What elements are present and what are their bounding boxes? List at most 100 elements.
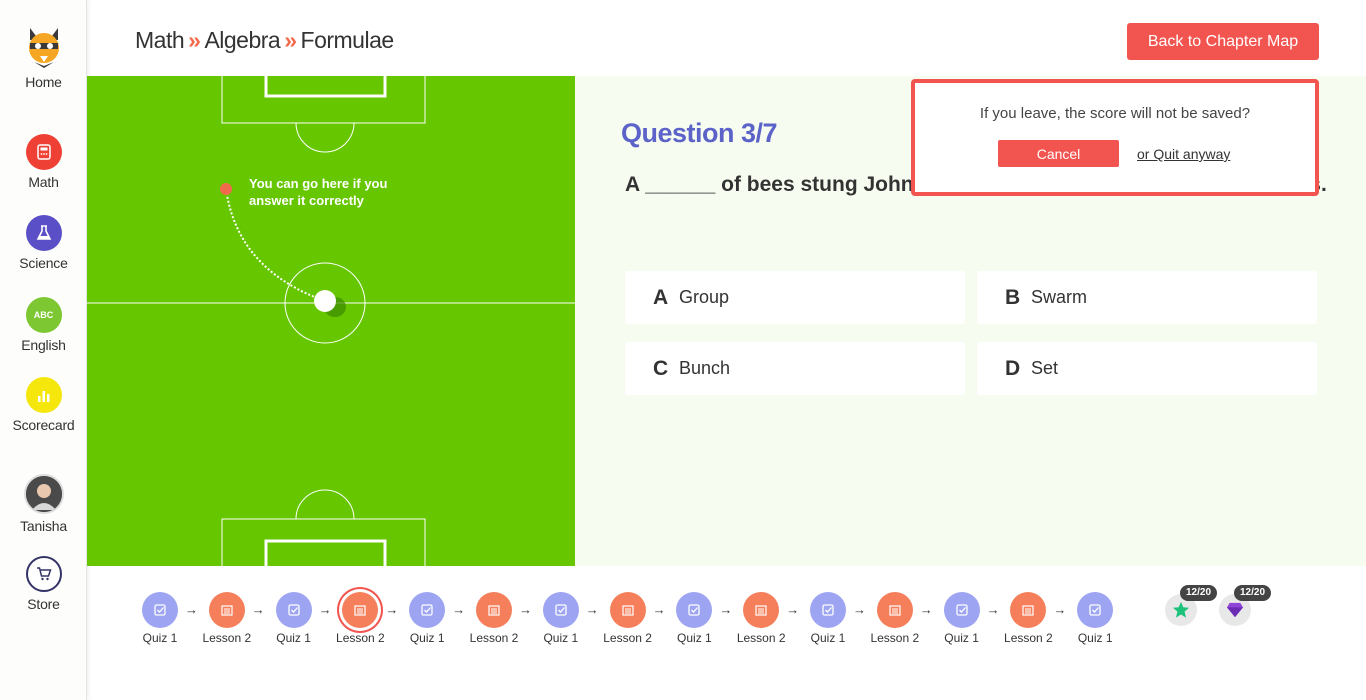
- sidebar-item-home[interactable]: Home: [0, 26, 87, 90]
- progress-step-lesson[interactable]: Lesson 2: [598, 592, 658, 645]
- sidebar-item-label: Home: [25, 74, 62, 90]
- progress-step-lesson[interactable]: Lesson 2: [998, 592, 1058, 645]
- quiz-icon: [142, 592, 178, 628]
- sidebar-item-label: English: [21, 337, 66, 353]
- option-letter: D: [1005, 356, 1021, 380]
- lesson-icon: [1010, 592, 1047, 628]
- breadcrumb-item-topic[interactable]: Algebra: [204, 27, 280, 53]
- progress-step-quiz[interactable]: Quiz 1: [664, 592, 724, 645]
- sidebar-item-label: Math: [28, 174, 59, 190]
- sidebar-item-math[interactable]: Math: [0, 134, 87, 190]
- bar-chart-icon: [25, 377, 62, 413]
- sidebar-item-label: Science: [19, 255, 68, 271]
- star-count-badge: 12/20: [1180, 585, 1218, 601]
- sidebar-item-store[interactable]: Store: [0, 556, 87, 612]
- progress-step-quiz[interactable]: Quiz 1: [798, 592, 858, 645]
- progress-step-quiz[interactable]: Quiz 1: [531, 592, 591, 645]
- progress-step-label: Quiz 1: [944, 631, 979, 645]
- dialog-message: If you leave, the score will not be save…: [979, 105, 1251, 122]
- progress-step-lesson[interactable]: Lesson 2: [865, 592, 925, 645]
- progress-step-lesson[interactable]: Lesson 2: [731, 592, 791, 645]
- option-letter: C: [653, 356, 669, 380]
- progress-step-quiz[interactable]: Quiz 1: [264, 592, 324, 645]
- sidebar-item-profile[interactable]: Tanisha: [0, 474, 87, 534]
- progress-step-label: Quiz 1: [1077, 631, 1113, 645]
- abc-icon: ABC: [25, 297, 62, 333]
- answer-option-b[interactable]: B Swarm: [977, 271, 1317, 324]
- flask-icon: [25, 215, 62, 251]
- quiz-icon: [275, 592, 312, 628]
- progress-step-label: Lesson 2: [736, 631, 786, 645]
- option-text: Swarm: [1031, 287, 1088, 307]
- progress-step-quiz[interactable]: Quiz 1: [130, 592, 190, 645]
- sidebar-item-scorecard[interactable]: Scorecard: [0, 377, 87, 433]
- avatar: [23, 474, 64, 514]
- ball: [314, 290, 336, 312]
- progress-step-label: Quiz 1: [276, 631, 311, 645]
- progress-step-label: Quiz 1: [409, 631, 445, 645]
- question-title: Question 3/7: [621, 118, 778, 148]
- field-hint: You can go here if you answer it correct…: [249, 176, 388, 208]
- cancel-button[interactable]: Cancel: [998, 140, 1119, 167]
- progress-step-quiz[interactable]: Quiz 1: [397, 592, 457, 645]
- progress-step-label: Quiz 1: [677, 631, 712, 645]
- progress-step-lesson[interactable]: Lesson 2: [330, 592, 390, 645]
- gem-count-badge: 12/20: [1234, 585, 1272, 601]
- football-field: You can go here if you answer it correct…: [87, 76, 575, 566]
- breadcrumb: Math» Algebra» Formulae: [135, 27, 394, 54]
- quiz-icon: [1077, 592, 1114, 628]
- sidebar-item-science[interactable]: Science: [0, 215, 87, 271]
- breadcrumb-item-chapter: Formulae: [300, 27, 395, 53]
- progress-step-label: Quiz 1: [543, 631, 579, 645]
- cart-icon: [25, 556, 62, 592]
- quit-anyway-link[interactable]: or Quit anyway: [1137, 146, 1230, 162]
- lesson-icon: [609, 592, 646, 628]
- quiz-icon: [943, 592, 980, 628]
- breadcrumb-separator: »: [284, 27, 297, 53]
- progress-step-label: Lesson 2: [469, 631, 519, 645]
- progress-step-quiz[interactable]: Quiz 1: [932, 592, 992, 645]
- progress-step-lesson[interactable]: Lesson 2: [197, 592, 257, 645]
- lesson-icon: [876, 592, 913, 628]
- leave-confirmation-dialog: If you leave, the score will not be save…: [911, 79, 1319, 196]
- quiz-icon: [409, 592, 446, 628]
- lesson-icon: [476, 592, 512, 628]
- home-owl-icon: [24, 26, 64, 70]
- progress-step-label: Lesson 2: [202, 631, 252, 645]
- lesson-icon: [743, 592, 780, 628]
- app: Home Math Science ABC English Scorecard: [0, 0, 1366, 700]
- sidebar-item-label: Scorecard: [12, 417, 75, 433]
- progress-step-label: Lesson 2: [1004, 631, 1053, 645]
- quiz-icon: [810, 592, 846, 628]
- quiz-icon: [676, 592, 713, 628]
- answer-option-d[interactable]: D Set: [977, 342, 1317, 395]
- breadcrumb-item-subject[interactable]: Math: [135, 27, 185, 53]
- answer-option-a[interactable]: A Group: [625, 271, 965, 324]
- option-letter: A: [653, 285, 669, 309]
- option-text: Bunch: [679, 358, 731, 378]
- progress-step-label: Quiz 1: [810, 631, 846, 645]
- option-text: Set: [1031, 358, 1059, 378]
- back-to-chapter-map-button[interactable]: Back to Chapter Map: [1127, 23, 1319, 60]
- progress-step-quiz[interactable]: Quiz 1: [1065, 592, 1125, 645]
- breadcrumb-separator: »: [188, 27, 201, 53]
- field-markings: [87, 76, 575, 566]
- sidebar-item-label: Tanisha: [20, 518, 67, 534]
- sidebar-item-label: Store: [27, 596, 60, 612]
- progress-step-lesson[interactable]: Lesson 2: [464, 592, 524, 645]
- quiz-icon: [542, 592, 579, 628]
- sidebar: Home Math Science ABC English Scorecard: [0, 0, 87, 700]
- answer-option-c[interactable]: C Bunch: [625, 342, 965, 395]
- abc-icon-text: ABC: [33, 310, 54, 320]
- lesson-icon: [342, 592, 379, 628]
- progress-step-label: Lesson 2: [870, 631, 920, 645]
- progress-step-label: Quiz 1: [142, 631, 178, 645]
- option-letter: B: [1005, 285, 1021, 309]
- progress-step-label: Lesson 2: [336, 631, 385, 645]
- sidebar-item-english[interactable]: ABC English: [0, 297, 87, 353]
- lesson-icon: [208, 592, 245, 628]
- progress-step-label: Lesson 2: [603, 631, 652, 645]
- calculator-icon: [25, 134, 62, 170]
- option-text: Group: [679, 287, 730, 307]
- target-marker: [220, 183, 232, 195]
